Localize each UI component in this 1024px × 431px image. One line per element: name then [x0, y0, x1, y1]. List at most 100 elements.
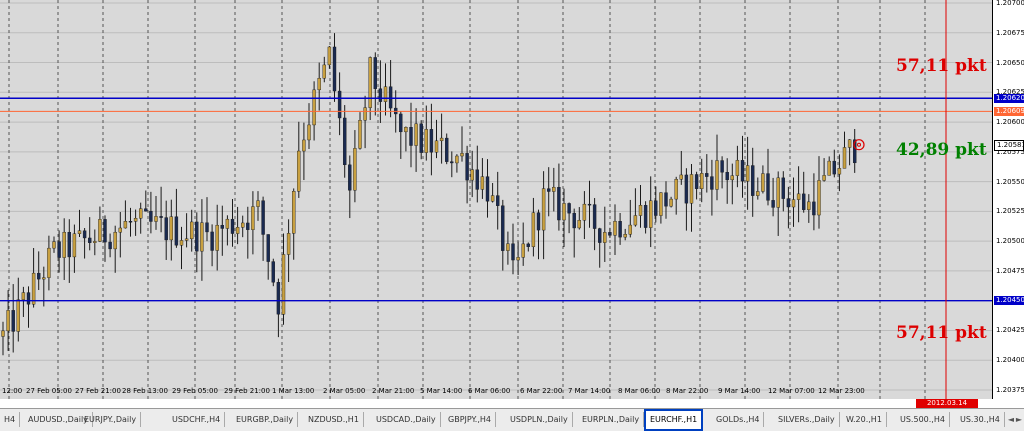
bear-candle: [144, 208, 148, 212]
price-tick-label: 1.20425: [996, 326, 1024, 335]
bear-candle: [230, 218, 235, 234]
time-tick-label: 29 Feb 05:00: [172, 387, 218, 395]
price-chart[interactable]: [0, 0, 992, 399]
bull-candle: [439, 137, 444, 142]
bull-candle: [200, 222, 204, 252]
bull-candle: [649, 200, 653, 228]
time-tick-label: 6 Mar 22:00: [520, 387, 563, 395]
bull-candle: [827, 160, 831, 176]
chart-tab[interactable]: NZDUSD.,H1: [304, 412, 364, 427]
bear-candle: [496, 195, 500, 206]
bear-candle: [378, 88, 383, 102]
bull-candle: [133, 218, 138, 222]
bull-candle: [6, 310, 10, 332]
bear-candle: [694, 174, 699, 189]
bull-candle: [837, 168, 842, 175]
bull-candle: [358, 120, 362, 149]
bull-candle: [434, 140, 439, 153]
bull-candle: [93, 241, 97, 243]
chart-tab[interactable]: USDCHF.,H4: [168, 412, 226, 427]
price-tick-label: 1.20525: [996, 207, 1024, 216]
bear-candle: [572, 212, 576, 229]
price-tag-upper-blue: 1.20620: [994, 93, 1024, 103]
bull-candle: [302, 139, 306, 152]
chart-tab[interactable]: USDPLN.,Daily: [506, 412, 573, 427]
bear-candle: [195, 221, 199, 252]
chart-tab[interactable]: GOLDs.,H4: [712, 412, 765, 427]
bull-candle: [62, 231, 66, 258]
bear-candle: [82, 230, 87, 239]
bull-candle: [582, 203, 587, 221]
bear-candle: [725, 172, 729, 181]
bear-candle: [812, 201, 816, 216]
bear-candle: [174, 216, 179, 246]
chart-tab[interactable]: EURPLN.,Daily: [578, 412, 645, 427]
bull-candle: [21, 292, 26, 300]
bear-candle: [87, 237, 92, 243]
top-pkt-annotation: 57,11 pkt: [896, 56, 987, 76]
chart-tab[interactable]: US.500.,H4: [896, 412, 950, 427]
bull-candle: [286, 233, 291, 255]
chart-tab-bar: H4 AUDUSD.,Daily EURJPY.,Daily USDCHF.,H4 EU…: [0, 408, 1024, 431]
time-tick-label: 12 Mar 07:00: [768, 387, 815, 395]
chart-tab[interactable]: US.30.,H4: [956, 412, 1005, 427]
chart-tab[interactable]: USDCAD.,Daily: [372, 412, 441, 427]
bear-candle: [485, 176, 490, 202]
bear-candle: [802, 193, 806, 210]
bear-candle: [149, 210, 153, 222]
time-tick-label: 8 Mar 06:00: [618, 387, 661, 395]
bull-candle: [623, 234, 627, 238]
bull-candle: [235, 227, 240, 234]
bear-candle: [37, 272, 41, 280]
scroll-left-icon[interactable]: ◄: [1008, 415, 1014, 424]
bear-candle: [450, 161, 454, 164]
bull-candle: [735, 160, 740, 176]
chart-tab[interactable]: GBPJPY.,H4: [444, 412, 496, 427]
bull-candle: [169, 216, 174, 241]
bull-candle: [118, 227, 123, 233]
chart-tab[interactable]: SILVERs.,Daily: [774, 412, 840, 427]
bear-candle: [751, 165, 755, 196]
bear-candle: [429, 129, 434, 153]
time-tick-label: 27 Feb 21:00: [75, 387, 121, 395]
tab-active[interactable]: EURCHF.,H1: [644, 409, 704, 431]
bull-candle: [225, 218, 230, 229]
bear-candle: [164, 217, 168, 241]
bull-candle: [424, 129, 428, 153]
chart-tab[interactable]: EURJPY.,Daily: [80, 412, 142, 427]
chart-area[interactable]: 57,11 pkt 42,89 pkt 57,11 pkt 12:00 27 Fe…: [0, 0, 992, 399]
price-tick-label: 1.20650: [996, 58, 1024, 67]
chart-tab[interactable]: H4: [0, 412, 21, 427]
bull-candle: [756, 191, 760, 196]
bear-candle: [771, 200, 775, 208]
bear-candle: [664, 192, 668, 207]
bear-candle: [511, 243, 515, 261]
bull-candle: [689, 174, 694, 204]
scroll-right-icon[interactable]: ►: [1016, 415, 1022, 424]
bear-candle: [261, 200, 265, 235]
bull-candle: [669, 198, 673, 207]
bear-candle: [419, 123, 423, 153]
bear-candle: [210, 231, 214, 251]
bull-candle: [796, 193, 801, 200]
price-marker-dot: [857, 142, 861, 147]
bull-candle: [31, 272, 36, 305]
date-tag: 2012.03.14 16:00: [916, 399, 978, 416]
bear-candle: [465, 153, 469, 181]
bull-candle: [490, 195, 495, 202]
bull-candle: [77, 230, 82, 234]
bear-candle: [608, 232, 612, 236]
chart-tab[interactable]: W.20.,H1: [842, 412, 887, 427]
bull-candle: [72, 233, 77, 258]
bear-candle: [475, 169, 479, 190]
bull-candle: [521, 243, 525, 258]
bull-candle: [613, 221, 617, 236]
time-tick-label: 7 Mar 14:00: [568, 387, 611, 395]
bear-candle: [159, 216, 163, 218]
chart-tab[interactable]: EURGBP.,Daily: [232, 412, 299, 427]
bull-candle: [16, 299, 20, 332]
bull-candle: [628, 224, 632, 235]
bull-candle: [679, 174, 683, 180]
bull-candle: [842, 147, 847, 169]
bull-candle: [113, 231, 117, 250]
